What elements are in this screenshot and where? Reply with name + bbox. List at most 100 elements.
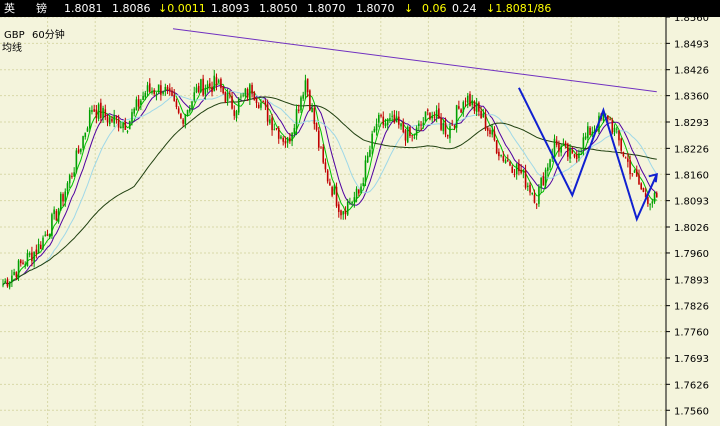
candle-body [518, 163, 520, 172]
candle-body [317, 130, 320, 148]
candle-body [375, 123, 378, 131]
candle-body [162, 91, 164, 94]
candle-body [182, 119, 184, 124]
candle-body [53, 209, 55, 215]
candle-body [453, 125, 456, 127]
candle-body [95, 109, 98, 118]
candle-body [615, 128, 618, 130]
candle-body [484, 113, 487, 130]
candle-body [211, 86, 213, 93]
candle-body [320, 147, 322, 149]
candle-body [35, 249, 38, 254]
candle-body [587, 126, 589, 138]
y-tick-label: 1.8493 [674, 39, 709, 50]
candle-body [446, 134, 449, 137]
candle-body [249, 84, 251, 100]
candle-body [242, 94, 244, 96]
candle-body [549, 159, 551, 168]
candle-body [404, 130, 407, 141]
candle-body [353, 197, 356, 202]
candle-body [618, 130, 620, 141]
candle-body [573, 154, 576, 157]
candle-body [529, 184, 531, 193]
candle-body [331, 187, 333, 196]
candle-body [122, 123, 124, 129]
candle-body [406, 126, 409, 143]
candle-body [449, 126, 451, 139]
candle-body [84, 132, 87, 137]
candle-body [360, 186, 362, 193]
candle-body [631, 173, 634, 175]
candle-body [22, 262, 24, 265]
candle-body [380, 115, 382, 117]
candle-body [195, 87, 198, 93]
candle-body [420, 124, 422, 126]
ma-line-60 [2, 96, 657, 285]
candle-body [48, 234, 51, 238]
quote-2: 1.8086 [112, 2, 151, 15]
candle-body [62, 194, 64, 202]
candle-body [235, 111, 238, 118]
candle-body [82, 136, 84, 149]
candle-body [115, 116, 118, 119]
candle-body [402, 122, 405, 133]
candle-body [349, 202, 351, 204]
candle-body [188, 108, 191, 112]
candle-body [382, 116, 385, 125]
quote-6: 1.8070 [356, 2, 395, 15]
candle-body [19, 260, 22, 264]
candle-body [24, 264, 27, 267]
candle-body [533, 194, 536, 203]
legend-indicator: 均线 [2, 41, 22, 54]
candle-body [522, 170, 525, 173]
candle-body [395, 116, 398, 123]
candle-body [424, 111, 427, 122]
candle-body [451, 124, 453, 126]
candle-body [273, 129, 276, 130]
candle-body [148, 83, 151, 92]
candle-body [466, 95, 469, 103]
candle-body [491, 129, 494, 135]
candle-body [37, 244, 40, 254]
candle-body [184, 114, 187, 125]
candle-body [482, 113, 485, 118]
candle-body [544, 169, 547, 186]
candle-body [471, 100, 474, 105]
candle-body [124, 121, 127, 130]
price-chart[interactable]: 1.8560 1.8493 1.8426 1.8360 1.8293 1.8226 1.81… [0, 17, 720, 426]
candle-body [217, 80, 220, 83]
candle-body [355, 188, 358, 200]
legend-period: 60分钟 [32, 28, 65, 41]
candle-body [564, 142, 567, 145]
candle-body [344, 210, 347, 215]
candle-body [193, 92, 196, 101]
candle-body [206, 84, 209, 90]
candle-body [304, 80, 307, 95]
change-pct: 0.24 [452, 2, 477, 15]
candle-body [611, 120, 614, 133]
candle-body [591, 131, 594, 135]
candle-body [640, 183, 643, 190]
candle-body [222, 86, 224, 94]
candle-body [489, 129, 491, 134]
candle-body [498, 151, 500, 157]
candle-body [209, 83, 211, 87]
y-tick-label: 1.7960 [674, 249, 709, 260]
y-tick-label: 1.8293 [674, 118, 709, 129]
candle-body [173, 94, 176, 102]
quote-bar: 英 镑 1.8081 1.8086 ↓0.0011 1.8093 1.8050 … [0, 0, 720, 17]
candle-body [411, 135, 413, 137]
candle-body [77, 149, 80, 153]
candle-body [398, 116, 400, 125]
candle-body [91, 110, 93, 112]
symbol-char-1: 英 [4, 2, 15, 15]
candle-body [200, 79, 202, 92]
candle-body [384, 123, 387, 127]
candle-body [580, 151, 582, 153]
candle-body [413, 137, 416, 139]
change-abs: 0.06 [422, 2, 447, 15]
candle-body [426, 109, 429, 111]
candle-body [146, 85, 149, 92]
candle-body [469, 93, 471, 107]
candle-body [291, 133, 293, 142]
